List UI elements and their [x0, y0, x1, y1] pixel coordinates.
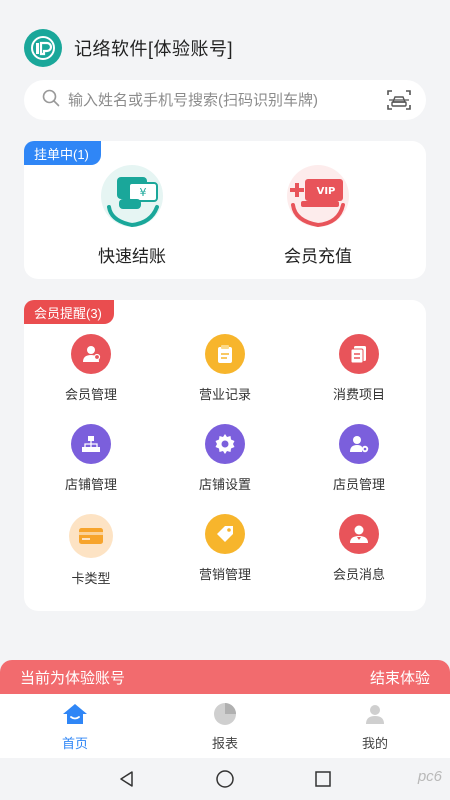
- recents-square-icon[interactable]: [274, 770, 372, 788]
- document-list-icon: [339, 334, 379, 374]
- svg-text:VIP: VIP: [317, 186, 336, 197]
- quick-checkout-button[interactable]: ¥ 快速结账: [62, 163, 202, 267]
- grid-label: 营销管理: [198, 567, 251, 582]
- grid-item-business-records[interactable]: 营业记录: [165, 334, 285, 403]
- member-group-icon: [71, 334, 111, 374]
- trial-account-bar: 当前为体验账号 结束体验: [0, 660, 450, 694]
- card-icon: [69, 514, 113, 558]
- home-circle-icon[interactable]: [176, 769, 274, 789]
- tab-home[interactable]: 首页: [0, 694, 150, 758]
- price-tag-icon: [205, 514, 245, 554]
- tab-reports[interactable]: 报表: [150, 694, 300, 758]
- pie-chart-icon: [211, 701, 239, 727]
- member-recharge-label: 会员充值: [284, 247, 352, 266]
- grid-item-store-management[interactable]: 店铺管理: [31, 424, 151, 493]
- search-input[interactable]: [68, 91, 386, 109]
- profile-icon: [361, 701, 389, 727]
- grid-label: 店员管理: [332, 477, 385, 492]
- grid-item-member-messages[interactable]: 会员消息: [299, 514, 419, 583]
- grid-label: 会员消息: [332, 567, 385, 582]
- cashier-hand-icon: ¥: [99, 163, 165, 234]
- grid-item-card-types[interactable]: 卡类型: [31, 514, 151, 587]
- trial-status-text: 当前为体验账号: [20, 669, 126, 687]
- grid-label: 卡类型: [71, 571, 111, 586]
- org-chart-icon: [71, 424, 111, 464]
- grid-item-store-settings[interactable]: 店铺设置: [165, 424, 285, 493]
- svg-text:¥: ¥: [140, 186, 147, 199]
- search-icon: [42, 89, 60, 112]
- bottom-tab-bar: 首页 报表 我的: [0, 694, 450, 758]
- grid-label: 店铺设置: [198, 477, 251, 492]
- grid-item-marketing[interactable]: 营销管理: [165, 514, 285, 583]
- tab-reports-label: 报表: [211, 735, 238, 751]
- grid-label: 营业记录: [198, 387, 251, 402]
- tab-profile-label: 我的: [361, 735, 388, 751]
- system-nav-bar: [0, 758, 450, 800]
- back-icon[interactable]: [78, 770, 176, 788]
- functions-card: 会员提醒(3) 会员管理 营业记录 消费项目 店铺管理 店铺设置 店员管理 卡类…: [24, 300, 426, 611]
- quick-actions-card: 挂单中(1) ¥ 快速结账 VIP 会员充值: [24, 141, 426, 279]
- clipboard-icon: [205, 334, 245, 374]
- grid-item-staff-management[interactable]: 店员管理: [299, 424, 419, 493]
- search-bar[interactable]: [24, 80, 426, 120]
- tab-profile[interactable]: 我的: [300, 694, 450, 758]
- app-logo-icon: [24, 29, 62, 67]
- vip-card-icon: VIP: [285, 163, 351, 234]
- grid-item-member-management[interactable]: 会员管理: [31, 334, 151, 403]
- app-header: 记络软件[体验账号]: [24, 28, 233, 68]
- user-message-icon: [339, 514, 379, 554]
- app-title: 记络软件[体验账号]: [74, 39, 234, 59]
- scan-plate-icon[interactable]: [386, 88, 412, 112]
- grid-label: 消费项目: [332, 387, 385, 402]
- member-reminder-badge[interactable]: 会员提醒(3): [24, 300, 114, 324]
- grid-label: 店铺管理: [64, 477, 117, 492]
- watermark-logo: pc6: [417, 768, 442, 785]
- quick-checkout-label: 快速结账: [98, 247, 166, 266]
- end-trial-button[interactable]: 结束体验: [370, 667, 430, 688]
- gear-icon: [205, 424, 245, 464]
- grid-label: 会员管理: [64, 387, 117, 402]
- member-recharge-button[interactable]: VIP 会员充值: [248, 163, 388, 267]
- home-icon: [61, 701, 89, 727]
- pending-orders-badge[interactable]: 挂单中(1): [24, 141, 101, 165]
- grid-item-consumption-items[interactable]: 消费项目: [299, 334, 419, 403]
- tab-home-label: 首页: [61, 735, 88, 751]
- user-settings-icon: [339, 424, 379, 464]
